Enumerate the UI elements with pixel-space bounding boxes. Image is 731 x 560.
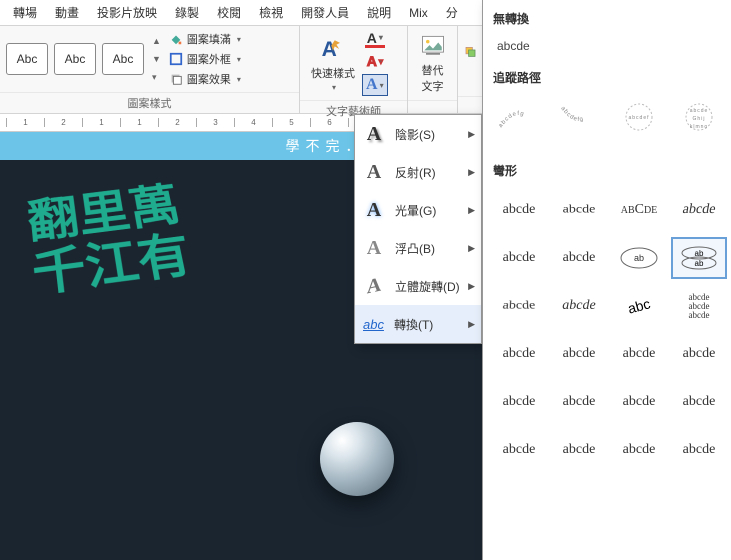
path-button[interactable]: abcde Ghij klmno [671, 96, 727, 138]
warp-preset[interactable]: abcde [551, 429, 607, 471]
svg-text:abc: abc [626, 295, 652, 316]
svg-text:abcdefg: abcdefg [559, 106, 584, 123]
glow-icon: A [363, 199, 385, 222]
wordart-icon: A [319, 35, 347, 63]
effects-icon [169, 72, 183, 86]
warp-preset[interactable]: abc [611, 285, 667, 327]
menu-item-glow[interactable]: A 光暈(G)▶ [355, 191, 481, 229]
warp-preset[interactable]: abcde [551, 333, 607, 375]
menu-item[interactable]: 投影片放映 [88, 0, 166, 25]
wordart-text[interactable]: 翻里萬 千江有 [25, 181, 196, 304]
warp-preset[interactable]: abcde [491, 429, 547, 471]
reflection-icon: A [363, 161, 385, 184]
transform-icon: abc [363, 317, 384, 332]
warp-preset[interactable]: abcde [671, 333, 727, 375]
shape-fill-button[interactable]: 圖案填滿▾ [167, 30, 243, 48]
text-effects-button[interactable]: A▾ [362, 74, 388, 96]
warp-preset[interactable]: abcde [487, 290, 551, 327]
shape-style-preset[interactable]: Abc [6, 43, 48, 75]
rotate-3d-icon: A [363, 272, 385, 300]
menu-item[interactable]: 錄製 [166, 0, 208, 25]
menu-item[interactable]: Mix [400, 2, 437, 24]
bevel-icon: A [363, 237, 385, 260]
section-title-warp: 彎形 [483, 152, 731, 185]
menu-item[interactable]: 開發人員 [292, 0, 358, 25]
more-icon[interactable]: ▾ [152, 72, 161, 83]
menu-item[interactable]: 說明 [358, 0, 400, 25]
section-title-path: 追蹤路徑 [483, 59, 731, 92]
svg-text:abcdefg: abcdefg [498, 111, 525, 129]
menu-item-transform[interactable]: abc 轉換(T)▶ [355, 305, 481, 343]
path-arc[interactable]: abcdefg [491, 96, 547, 138]
menu-item-reflection[interactable]: A 反射(R)▶ [355, 153, 481, 191]
svg-text:ab: ab [695, 259, 704, 268]
menu-item[interactable]: 轉場 [4, 0, 46, 25]
text-fill-button[interactable]: A▾ [365, 30, 385, 48]
ribbon-group-alttext: 替代 文字 [408, 26, 458, 113]
warp-preset[interactable]: abcdeabcdeabcde [671, 285, 727, 327]
shape-outline-button[interactable]: 圖案外框▾ [167, 50, 243, 68]
paint-bucket-icon [169, 32, 183, 46]
svg-text:ab: ab [695, 249, 704, 258]
warp-preset[interactable]: abcde [667, 189, 730, 231]
warp-preset[interactable]: abcde [671, 381, 727, 423]
warp-preset[interactable]: abcde [551, 381, 607, 423]
alt-text-icon [419, 32, 447, 60]
warp-preset[interactable]: abcde [551, 285, 607, 327]
chevron-up-icon[interactable]: ▲ [152, 36, 161, 46]
path-circle[interactable]: abcdef [611, 96, 667, 138]
shape-style-preset[interactable]: Abc [102, 43, 144, 75]
ribbon-group-label: 圖案樣式 [0, 92, 299, 113]
menu-item[interactable]: 分 [437, 0, 467, 25]
alt-text-button[interactable]: 替代 文字 [414, 30, 451, 96]
warp-preset[interactable]: abcde [491, 381, 547, 423]
warp-preset[interactable]: abcde [611, 333, 667, 375]
menu-item[interactable]: 檢視 [250, 0, 292, 25]
svg-text:ab: ab [634, 253, 644, 263]
text-outline-button[interactable]: A▾ [365, 52, 385, 70]
svg-text:klmno: klmno [690, 124, 708, 130]
ribbon-group-wordart: A 快速樣式▾ A▾ A▾ A▾ 文字藝術師 [300, 26, 408, 113]
quick-styles-button[interactable]: A 快速樣式▾ [306, 30, 360, 96]
menu-item-shadow[interactable]: A 陰影(S)▶ [355, 115, 481, 153]
svg-text:abcdef: abcdef [628, 115, 649, 121]
warp-preset[interactable]: abCde [611, 189, 667, 231]
warp-preset[interactable]: abcde [551, 193, 607, 227]
warp-preset[interactable]: abcde [611, 381, 667, 423]
ribbon-group-shape-styles: Abc Abc Abc ▲ ▼ ▾ 圖案填滿▾ 圖案外框▾ 圖案效果▾ [0, 26, 300, 113]
shape-effects-button[interactable]: 圖案效果▾ [167, 70, 243, 88]
warp-preset[interactable]: abcde [611, 429, 667, 471]
shape-style-preset[interactable]: Abc [54, 43, 96, 75]
chevron-down-icon[interactable]: ▼ [152, 54, 161, 64]
warp-preset-selected[interactable]: abab [671, 237, 727, 279]
warp-preset[interactable]: abcde [551, 237, 607, 279]
menu-item[interactable]: 動畫 [46, 0, 88, 25]
outline-icon [169, 52, 183, 66]
text-effects-menu: A 陰影(S)▶ A 反射(R)▶ A 光暈(G)▶ A 浮凸(B)▶ A 立體… [354, 114, 482, 344]
ribbon-group-arrange [458, 26, 484, 113]
transform-flyout: 無轉換 abcde 追蹤路徑 abcdefg abcdefg abcdef ab… [482, 0, 731, 560]
sphere-shape[interactable] [320, 422, 394, 496]
shadow-icon: A [363, 123, 385, 146]
warp-preset[interactable]: abcde [491, 333, 547, 375]
svg-text:Ghij: Ghij [693, 116, 706, 122]
transform-none[interactable]: abcde [483, 33, 731, 59]
menu-item-3d-rotate[interactable]: A 立體旋轉(D)▶ [355, 267, 481, 305]
menu-item[interactable]: 校閱 [208, 0, 250, 25]
section-title-none: 無轉換 [483, 0, 731, 33]
warp-preset[interactable]: abcde [491, 189, 547, 231]
svg-text:abcde: abcde [690, 108, 709, 114]
warp-preset[interactable]: ab [611, 237, 667, 279]
arrange-icon[interactable] [464, 36, 477, 86]
warp-preset[interactable]: abcde [671, 429, 727, 471]
warp-preset[interactable]: abcde [491, 237, 547, 279]
menu-item-bevel[interactable]: A 浮凸(B)▶ [355, 229, 481, 267]
path-arc-down[interactable]: abcdefg [551, 96, 607, 138]
